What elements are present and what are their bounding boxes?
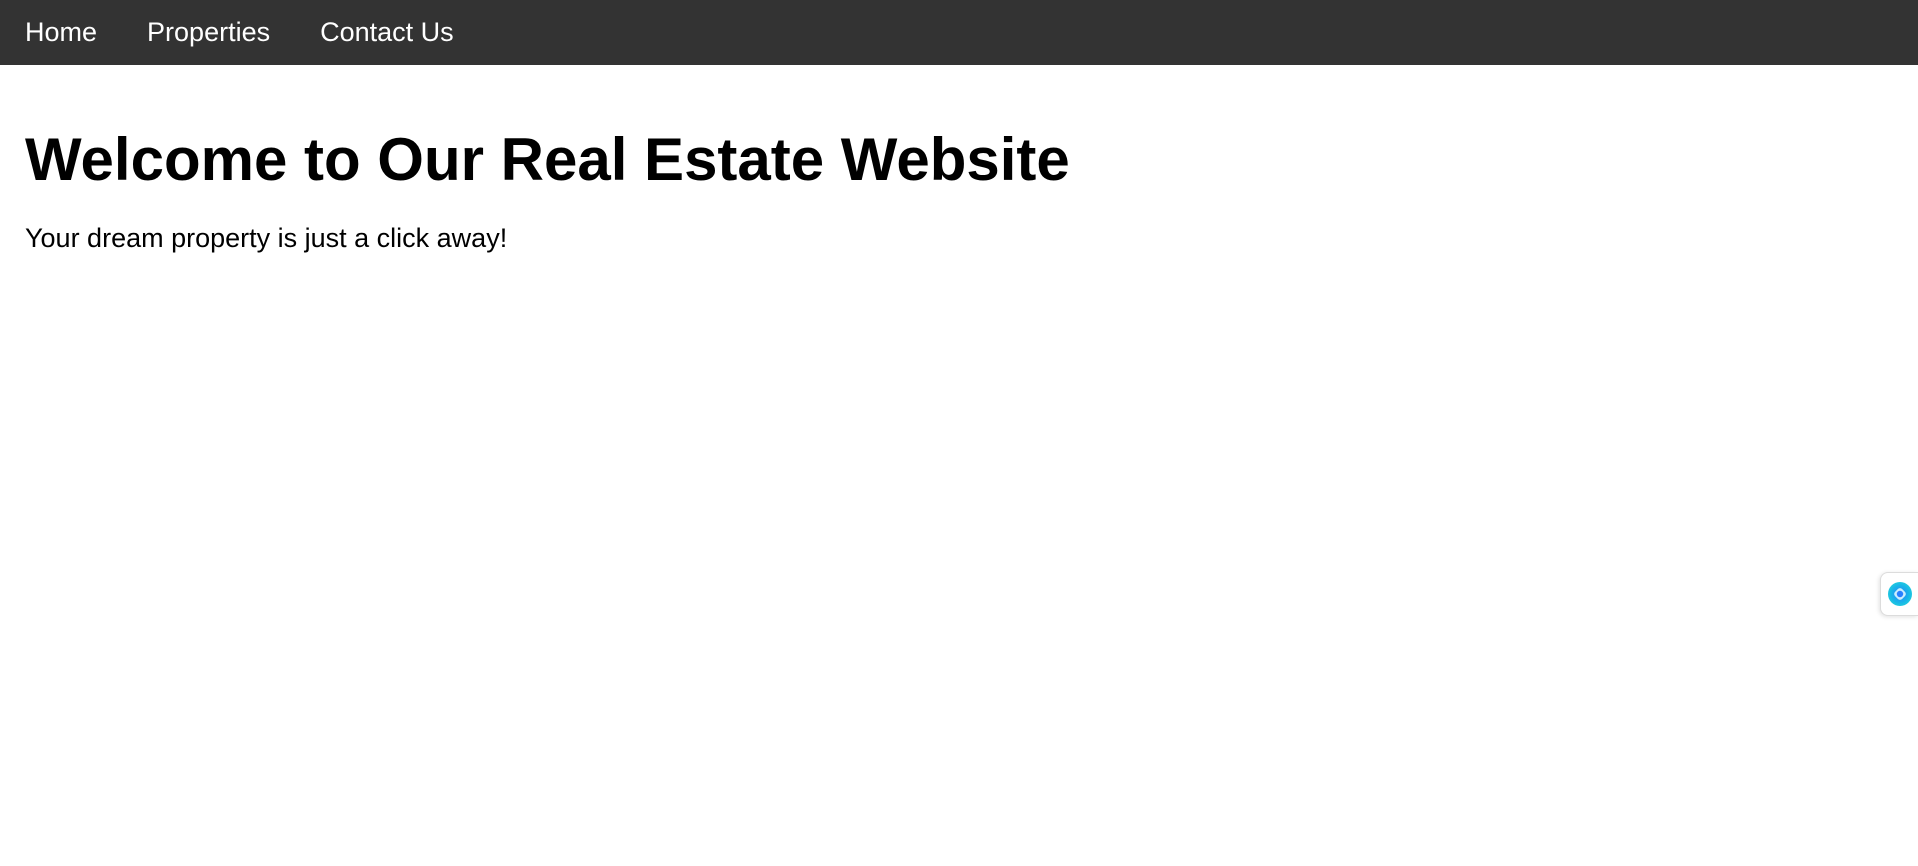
page-title: Welcome to Our Real Estate Website (25, 126, 1070, 193)
top-navbar: Home Properties Contact Us (0, 0, 1918, 65)
main-content: Welcome to Our Real Estate Website Your … (25, 125, 1875, 255)
nav-link-home[interactable]: Home (25, 0, 97, 65)
nav-link-properties[interactable]: Properties (147, 0, 270, 65)
assistant-orb-icon (1887, 582, 1912, 606)
tagline: Your dream property is just a click away… (25, 223, 508, 253)
assistant-widget-button[interactable] (1880, 572, 1918, 616)
nav-link-contact-us[interactable]: Contact Us (320, 0, 454, 65)
